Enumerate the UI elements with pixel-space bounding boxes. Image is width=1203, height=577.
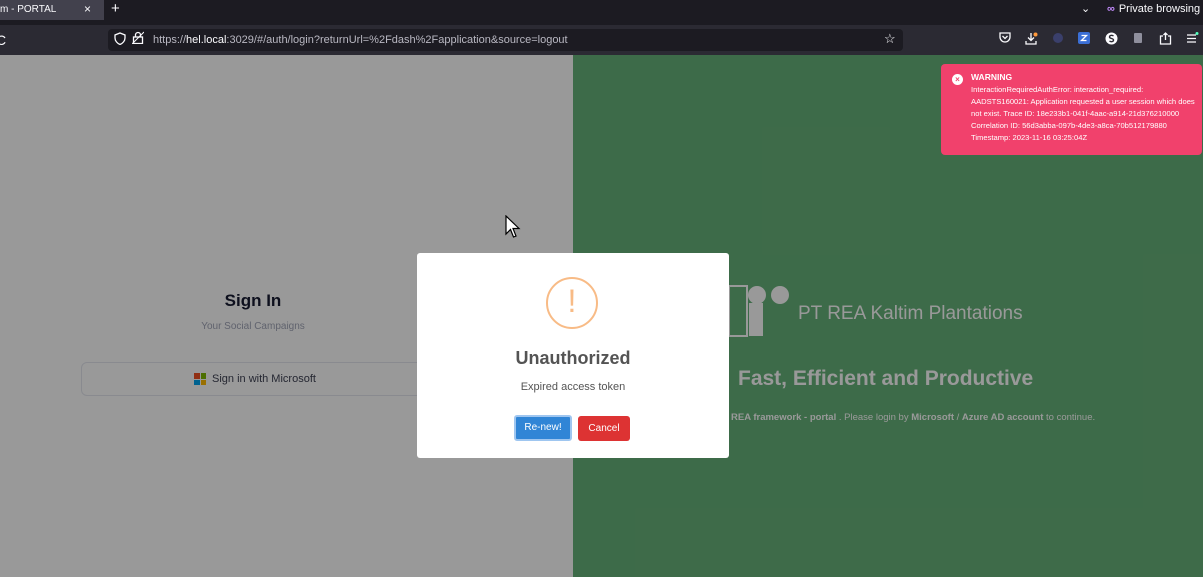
toast-error-icon: × — [952, 74, 963, 85]
pocket-icon[interactable] — [999, 32, 1011, 46]
lock-icon[interactable] — [131, 31, 145, 47]
toast-title: WARNING — [971, 72, 1013, 82]
extension-s-icon[interactable] — [1105, 32, 1118, 48]
tracking-shield-icon[interactable] — [114, 32, 126, 48]
cancel-button[interactable]: Cancel — [578, 416, 630, 441]
bookmark-star-icon[interactable]: ☆ — [884, 31, 896, 47]
menu-icon[interactable] — [1186, 32, 1199, 47]
private-browsing-label: Private browsing — [1118, 3, 1201, 15]
tab-close-icon[interactable]: × — [84, 2, 91, 16]
warning-exclamation: ! — [567, 283, 577, 319]
private-browsing-indicator: ∞ Private browsing — [1107, 3, 1200, 15]
tab-title: m - PORTAL — [0, 4, 57, 15]
toast-message: InteractionRequiredAuthError: interactio… — [971, 85, 1195, 142]
extension-dim-icon[interactable] — [1052, 32, 1064, 47]
tab-list-chevron-icon[interactable]: ⌄ — [1081, 2, 1090, 15]
url-bar[interactable]: https://hel.local:3029/#/auth/login?retu… — [108, 29, 903, 51]
reload-icon[interactable]: C — [0, 32, 6, 48]
warning-toast[interactable]: × WARNING InteractionRequiredAuthError: … — [941, 64, 1202, 155]
extension-z-icon[interactable] — [1078, 32, 1090, 47]
dialog-message: Expired access token — [520, 381, 626, 393]
browser-tab[interactable]: m - PORTAL × — [0, 0, 104, 20]
new-tab-button[interactable]: + — [111, 0, 120, 17]
renew-button[interactable]: Re-new! — [514, 415, 572, 441]
extension-puzzle-icon[interactable] — [1133, 32, 1143, 47]
mouse-cursor-icon — [505, 214, 521, 244]
browser-nav-bar: C https://hel.local:3029/#/auth/login?re… — [0, 25, 1203, 55]
warning-icon: ! — [546, 277, 598, 329]
unauthorized-dialog: ! Unauthorized Expired access token Re-n… — [417, 253, 729, 458]
share-icon[interactable] — [1159, 32, 1172, 48]
page-content: Sign In Your Social Campaigns Sign in wi… — [0, 55, 1203, 577]
downloads-icon[interactable] — [1025, 32, 1038, 48]
url-path: :3029/#/auth/login?returnUrl=%2Fdash%2Fa… — [226, 34, 568, 46]
url-scheme: https:// — [153, 34, 187, 46]
browser-tab-bar: m - PORTAL × + ⌄ ∞ Private browsing — [0, 0, 1203, 20]
private-mask-icon: ∞ — [1107, 3, 1115, 15]
dialog-title: Unauthorized — [515, 348, 631, 368]
url-host: hel.local — [186, 34, 227, 46]
url-text[interactable]: https://hel.local:3029/#/auth/login?retu… — [153, 34, 568, 46]
